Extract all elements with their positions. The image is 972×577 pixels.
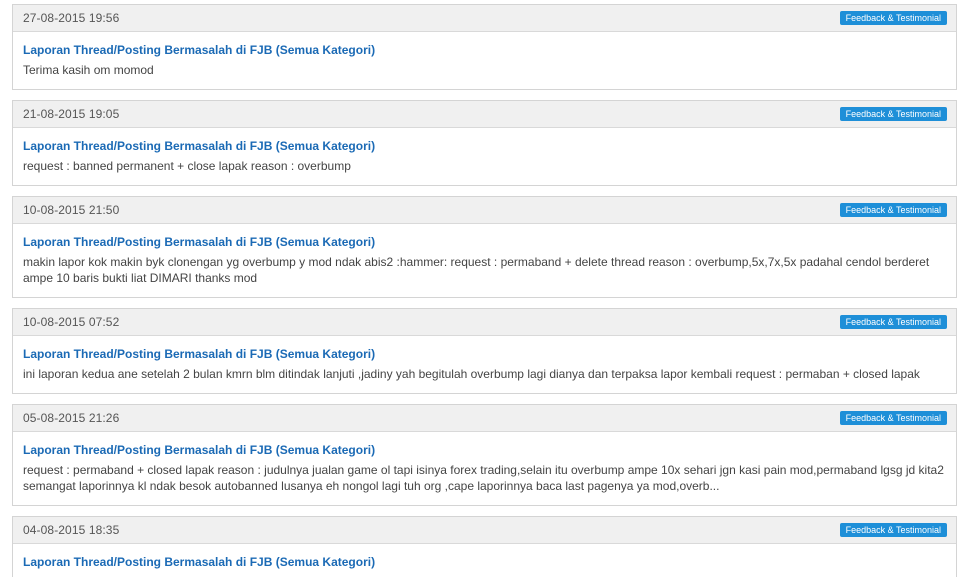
post-date: 21-08-2015 19:05: [23, 107, 120, 121]
thread-title-link[interactable]: Laporan Thread/Posting Bermasalah di FJB…: [23, 42, 946, 58]
post-date: 04-08-2015 18:35: [23, 523, 120, 537]
post-body: Laporan Thread/Posting Bermasalah di FJB…: [13, 128, 956, 174]
post-header: 05-08-2015 21:26 Feedback & Testimonial: [13, 405, 956, 432]
category-badge[interactable]: Feedback & Testimonial: [839, 107, 947, 121]
post-body: Laporan Thread/Posting Bermasalah di FJB…: [13, 336, 956, 382]
post-header: 10-08-2015 07:52 Feedback & Testimonial: [13, 309, 956, 336]
post-body: Laporan Thread/Posting Bermasalah di FJB…: [13, 224, 956, 286]
post-card: 05-08-2015 21:26 Feedback & Testimonial …: [12, 404, 957, 506]
post-date: 05-08-2015 21:26: [23, 411, 120, 425]
post-body: Laporan Thread/Posting Bermasalah di FJB…: [13, 32, 956, 78]
post-date: 10-08-2015 07:52: [23, 315, 120, 329]
thread-title-link[interactable]: Laporan Thread/Posting Bermasalah di FJB…: [23, 234, 946, 250]
post-excerpt: request : banned permanent + close lapak…: [23, 159, 351, 173]
post-body: Laporan Thread/Posting Bermasalah di FJB…: [13, 544, 956, 570]
post-header: 04-08-2015 18:35 Feedback & Testimonial: [13, 517, 956, 544]
post-card: 21-08-2015 19:05 Feedback & Testimonial …: [12, 100, 957, 186]
thread-title-link[interactable]: Laporan Thread/Posting Bermasalah di FJB…: [23, 554, 946, 570]
post-excerpt: makin lapor kok makin byk clonengan yg o…: [23, 255, 930, 285]
post-excerpt: ini laporan kedua ane setelah 2 bulan km…: [23, 367, 920, 381]
post-card: 04-08-2015 18:35 Feedback & Testimonial …: [12, 516, 957, 577]
post-header: 21-08-2015 19:05 Feedback & Testimonial: [13, 101, 956, 128]
post-card: 27-08-2015 19:56 Feedback & Testimonial …: [12, 4, 957, 90]
thread-title-link[interactable]: Laporan Thread/Posting Bermasalah di FJB…: [23, 346, 946, 362]
category-badge[interactable]: Feedback & Testimonial: [839, 315, 947, 329]
post-header: 10-08-2015 21:50 Feedback & Testimonial: [13, 197, 956, 224]
post-excerpt: Terima kasih om momod: [23, 63, 154, 77]
category-badge[interactable]: Feedback & Testimonial: [839, 11, 947, 25]
post-date: 10-08-2015 21:50: [23, 203, 120, 217]
activity-feed: 27-08-2015 19:56 Feedback & Testimonial …: [0, 0, 972, 577]
category-badge[interactable]: Feedback & Testimonial: [839, 203, 947, 217]
post-card: 10-08-2015 07:52 Feedback & Testimonial …: [12, 308, 957, 394]
post-card: 10-08-2015 21:50 Feedback & Testimonial …: [12, 196, 957, 298]
post-date: 27-08-2015 19:56: [23, 11, 120, 25]
thread-title-link[interactable]: Laporan Thread/Posting Bermasalah di FJB…: [23, 442, 946, 458]
post-body: Laporan Thread/Posting Bermasalah di FJB…: [13, 432, 956, 494]
category-badge[interactable]: Feedback & Testimonial: [839, 523, 947, 537]
post-header: 27-08-2015 19:56 Feedback & Testimonial: [13, 5, 956, 32]
category-badge[interactable]: Feedback & Testimonial: [839, 411, 947, 425]
post-excerpt: request : permaband + closed lapak reaso…: [23, 463, 944, 493]
thread-title-link[interactable]: Laporan Thread/Posting Bermasalah di FJB…: [23, 138, 946, 154]
